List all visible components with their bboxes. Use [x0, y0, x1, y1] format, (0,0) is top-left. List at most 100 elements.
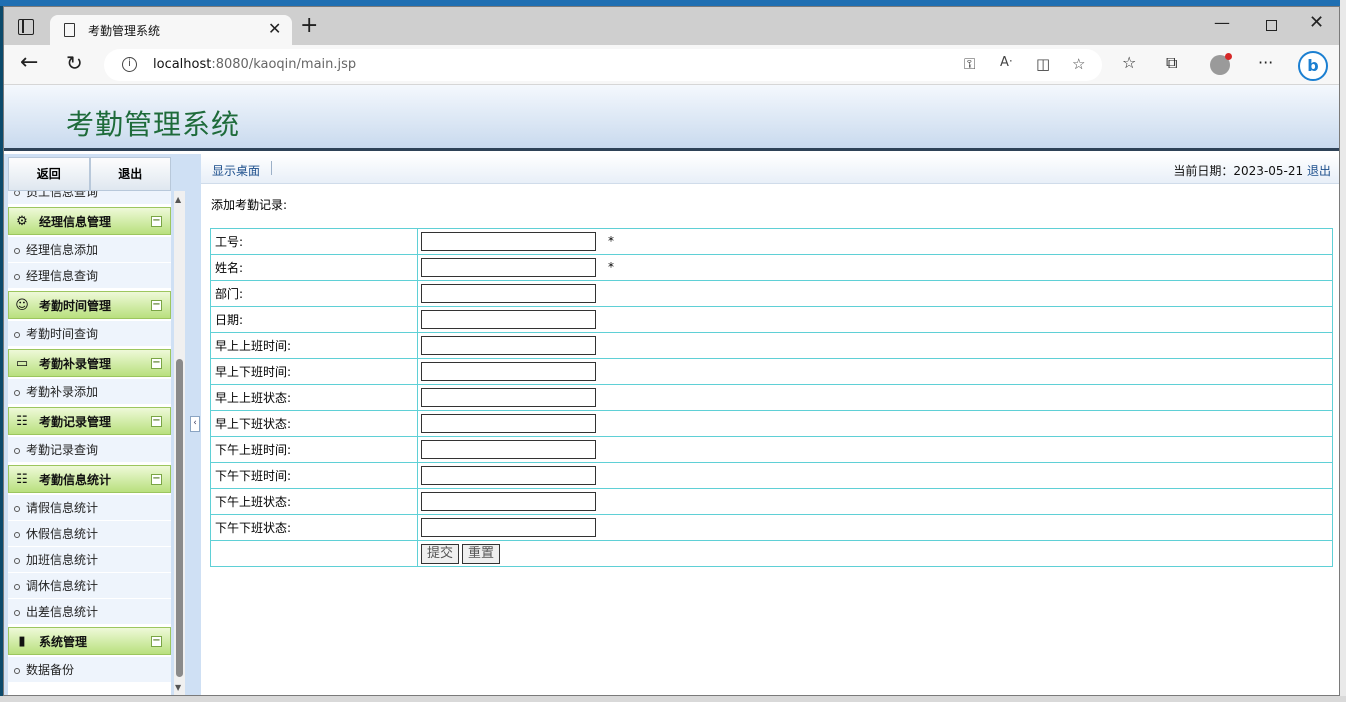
url-text[interactable]: localhost:8080/kaoqin/main.jsp	[153, 57, 356, 72]
sidebar-item[interactable]: 出差信息统计	[8, 599, 171, 625]
collapse-icon[interactable]: −	[151, 416, 162, 427]
add-favorite-icon[interactable]: ☆	[1072, 55, 1085, 73]
sidebar-item[interactable]: 休假信息统计	[8, 521, 171, 547]
folder-icon: ▭	[15, 356, 29, 371]
field-cell	[417, 306, 1333, 333]
field-label: 下午下班时间:	[210, 462, 418, 489]
sidebar-item[interactable]: 经理信息添加	[8, 237, 171, 263]
desktop-background-right	[1340, 0, 1346, 702]
field-input[interactable]	[421, 492, 596, 511]
attendance-form: 工号: * 姓名: * 部门: 日期: 早上上班时间: 早上下班时间: 早上上班状态: 早上下班状…	[210, 228, 1333, 567]
field-label: 早上下班状态:	[210, 410, 418, 437]
sidebar-item[interactable]: 调休信息统计	[8, 573, 171, 599]
bing-icon[interactable]: b	[1298, 51, 1328, 81]
field-input[interactable]	[421, 518, 596, 537]
sidebar-toolbar: 返回 退出	[8, 157, 171, 191]
collapse-icon[interactable]: −	[151, 216, 162, 227]
sidebar-group-3[interactable]: ☷ 考勤记录管理 −	[8, 407, 171, 435]
form-row: 下午下班状态:	[210, 514, 1333, 541]
sidebar-group-4[interactable]: ☷ 考勤信息统计 −	[8, 465, 171, 493]
sidebar-item[interactable]: 考勤补录添加	[8, 379, 171, 405]
form-actions-row: 提交 重置	[210, 540, 1333, 567]
more-icon[interactable]: ···	[1258, 53, 1273, 72]
form-row: 下午上班状态:	[210, 488, 1333, 515]
form-title: 添加考勤记录:	[211, 198, 288, 212]
show-desktop-link[interactable]: 显示桌面	[212, 162, 260, 179]
scroll-up-icon[interactable]: ▲	[175, 195, 181, 204]
field-input[interactable]	[421, 232, 596, 251]
required-mark: *	[608, 234, 614, 248]
window-close-icon[interactable]: ✕	[1309, 12, 1324, 33]
field-input[interactable]	[421, 258, 596, 277]
tab-title: 考勤管理系统	[88, 24, 161, 38]
sidebar-item[interactable]: 加班信息统计	[8, 547, 171, 573]
collapse-icon[interactable]: −	[151, 474, 162, 485]
reload-icon[interactable]: ↻	[66, 51, 83, 75]
sidebar-group-title: 经理信息管理	[39, 215, 112, 229]
sidebar-scrollbar[interactable]: ▲ ▼	[174, 191, 185, 695]
field-input[interactable]	[421, 440, 596, 459]
reset-button[interactable]: 重置	[462, 543, 501, 564]
required-mark: *	[608, 260, 614, 274]
new-tab-icon[interactable]: +	[300, 15, 318, 37]
maximize-icon[interactable]	[1266, 20, 1277, 31]
sidebar-group-1[interactable]: ☺ 考勤时间管理 −	[8, 291, 171, 319]
browser-tab[interactable]: 考勤管理系统 ✕	[50, 15, 292, 45]
system-header: 考勤管理系统	[4, 85, 1339, 151]
exit-button[interactable]: 退出	[89, 157, 171, 191]
system-title: 考勤管理系统	[66, 108, 241, 141]
logout-link[interactable]: 退出	[1307, 164, 1331, 178]
field-input[interactable]	[421, 284, 596, 303]
sidebar-item[interactable]: 请假信息统计	[8, 495, 171, 521]
sidebar-group-2[interactable]: ▭ 考勤补录管理 −	[8, 349, 171, 377]
desktop-background-bottom	[0, 696, 1346, 702]
sidebar-item[interactable]: 考勤时间查询	[8, 321, 171, 347]
current-date: 当前日期：2023-05-21 退出	[1173, 162, 1331, 179]
tab-actions-icon[interactable]	[18, 19, 34, 35]
field-input[interactable]	[421, 336, 596, 355]
sidebar-group-0[interactable]: ⚙ 经理信息管理 −	[8, 207, 171, 235]
collapse-icon[interactable]: −	[151, 358, 162, 369]
form-row: 早上上班时间:	[210, 332, 1333, 359]
collections-icon[interactable]: ⧉	[1166, 53, 1177, 73]
split-screen-icon[interactable]: ◫	[1036, 55, 1050, 73]
submit-button[interactable]: 提交	[421, 543, 460, 564]
field-cell	[417, 358, 1333, 385]
back-icon[interactable]: ←	[20, 51, 38, 75]
field-input[interactable]	[421, 388, 596, 407]
minimize-icon[interactable]: —	[1214, 13, 1230, 32]
field-cell	[417, 436, 1333, 463]
read-aloud-icon[interactable]: Aᐧ	[1000, 55, 1012, 70]
field-cell	[417, 280, 1333, 307]
site-info-icon[interactable]: i	[122, 57, 137, 72]
favorites-icon[interactable]: ☆	[1122, 53, 1136, 72]
notification-dot	[1225, 53, 1232, 60]
field-input[interactable]	[421, 310, 596, 329]
browser-window: 考勤管理系统 ✕ + — ✕ ← ↻ i localhost:8080/kaoq…	[3, 6, 1340, 696]
form-row: 早上上班状态:	[210, 384, 1333, 411]
sidebar-item-partial[interactable]: 员工信息查询	[8, 191, 171, 205]
sidebar-group-5[interactable]: ▮ 系统管理 −	[8, 627, 171, 655]
sidebar-item[interactable]: 考勤记录查询	[8, 437, 171, 463]
sidebar-item[interactable]: 经理信息查询	[8, 263, 171, 289]
field-input[interactable]	[421, 414, 596, 433]
key-icon[interactable]: ⚿	[964, 55, 975, 73]
collapse-icon[interactable]: −	[151, 300, 162, 311]
field-input[interactable]	[421, 362, 596, 381]
field-label: 早上上班时间:	[210, 332, 418, 359]
field-cell	[417, 332, 1333, 359]
form-row: 工号: *	[210, 228, 1333, 255]
collapse-sidebar-icon[interactable]: ‹	[190, 416, 200, 432]
sidebar-item[interactable]: 数据备份	[8, 657, 171, 683]
field-label: 姓名:	[210, 254, 418, 281]
field-input[interactable]	[421, 466, 596, 485]
scroll-down-icon[interactable]: ▼	[175, 683, 181, 692]
back-button[interactable]: 返回	[8, 157, 90, 191]
user-icon: ☺	[15, 298, 29, 313]
address-bar[interactable]: i localhost:8080/kaoqin/main.jsp ⚿ Aᐧ ◫ …	[104, 49, 1102, 81]
gear-icon: ⚙	[16, 214, 28, 229]
scrollbar-thumb[interactable]	[176, 359, 183, 677]
close-tab-icon[interactable]: ✕	[268, 19, 281, 39]
collapse-icon[interactable]: −	[151, 636, 162, 647]
date-value: 2023-05-21	[1233, 164, 1304, 178]
